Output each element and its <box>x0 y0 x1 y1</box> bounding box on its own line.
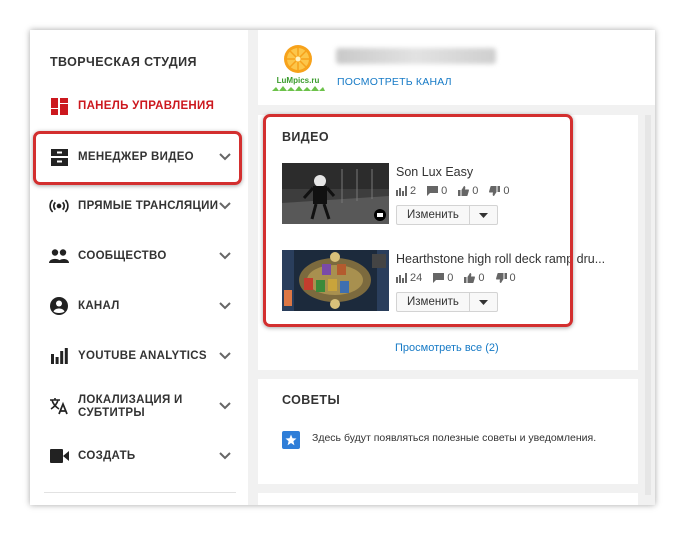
edit-button-group: Изменить <box>396 292 498 312</box>
likes-stat: 0 <box>458 185 478 197</box>
likes-count: 0 <box>472 185 479 197</box>
comments-stat: 0 <box>427 185 447 197</box>
dashboard-icon <box>49 96 69 116</box>
sidebar-item-label: ПАНЕЛЬ УПРАВЛЕНИЯ <box>78 99 215 112</box>
video-title[interactable]: Hearthstone high roll deck ramp dru... <box>396 252 605 266</box>
sidebar-item-label: ЛОКАЛИЗАЦИЯ И СУБТИТРЫ <box>78 394 183 420</box>
sidebar-item-analytics[interactable]: YOUTUBE ANALYTICS <box>30 336 248 376</box>
channel-logo[interactable]: LuMpics.ru <box>270 42 326 94</box>
video-card: ВИДЕО Son Lux Easy 2 0 0 0 Изменить Hear… <box>258 115 638 370</box>
label-line-2: СУБТИТРЫ <box>78 407 145 419</box>
video-thumbnail[interactable] <box>282 163 389 224</box>
channel-icon <box>49 296 69 316</box>
label-line-1: ЛОКАЛИЗАЦИЯ И <box>78 394 183 406</box>
analytics-icon <box>49 346 69 366</box>
video-title[interactable]: Son Lux Easy <box>396 165 473 179</box>
community-icon <box>49 246 69 266</box>
sidebar-item-translations[interactable]: ЛОКАЛИЗАЦИЯ И СУБТИТРЫ <box>30 386 248 426</box>
sidebar-item-label: МЕНЕДЖЕР ВИДЕО <box>78 150 194 163</box>
channel-header: LuMpics.ru ПОСМОТРЕТЬ КАНАЛ <box>258 30 655 105</box>
caret-down-icon <box>478 299 488 305</box>
views-count: 2 <box>410 185 417 197</box>
sidebar-item-label: КАНАЛ <box>78 299 120 312</box>
sidebar-item-label: ПРЯМЫЕ ТРАНСЛЯЦИИ <box>78 199 219 212</box>
comment-icon <box>427 186 439 196</box>
sidebar-item-label: YOUTUBE ANALYTICS <box>78 349 207 362</box>
sidebar-item-create[interactable]: СОЗДАТЬ <box>30 436 248 476</box>
video-row: Hearthstone high roll deck ramp dru... 2… <box>282 250 632 312</box>
tips-text: Здесь будут появляться полезные советы и… <box>312 432 597 444</box>
video-manager-icon <box>49 147 69 167</box>
views-count: 24 <box>410 272 423 284</box>
sidebar-item-channel[interactable]: КАНАЛ <box>30 286 248 326</box>
bottom-card <box>258 493 638 505</box>
comments-count: 0 <box>447 272 454 284</box>
comments-count: 0 <box>441 185 448 197</box>
sidebar-item-live[interactable]: ПРЯМЫЕ ТРАНСЛЯЦИИ <box>30 186 248 226</box>
chevron-down-icon[interactable] <box>218 299 232 313</box>
views-icon <box>396 186 407 196</box>
sidebar: ТВОРЧЕСКАЯ СТУДИЯ ПАНЕЛЬ УПРАВЛЕНИЯ МЕНЕ… <box>30 30 248 505</box>
caret-down-icon <box>478 212 488 218</box>
comment-icon <box>433 273 445 283</box>
channel-name-blurred <box>336 48 496 64</box>
video-stats: 24 0 0 0 <box>396 272 527 284</box>
comments-stat: 0 <box>433 272 453 284</box>
sidebar-item-community[interactable]: СООБЩЕСТВО <box>30 236 248 276</box>
video-card-title: ВИДЕО <box>282 130 329 144</box>
tip-star-icon <box>282 431 300 449</box>
tips-title: СОВЕТЫ <box>282 393 341 407</box>
sidebar-item-video-manager[interactable]: МЕНЕДЖЕР ВИДЕО <box>30 137 248 177</box>
dislikes-count: 0 <box>509 272 516 284</box>
sidebar-item-label: СООБЩЕСТВО <box>78 249 167 262</box>
thumbs-down-icon <box>489 186 501 196</box>
chevron-down-icon[interactable] <box>218 449 232 463</box>
video-thumbnail[interactable] <box>282 250 389 311</box>
scrollbar[interactable] <box>645 115 651 495</box>
create-video-icon <box>49 446 69 466</box>
sidebar-item-dashboard[interactable]: ПАНЕЛЬ УПРАВЛЕНИЯ <box>30 86 248 126</box>
tips-card: СОВЕТЫ Здесь будут появляться полезные с… <box>258 379 638 484</box>
dislikes-stat: 0 <box>495 272 516 284</box>
sidebar-divider <box>44 492 236 493</box>
views-stat: 2 <box>396 185 416 197</box>
likes-stat: 0 <box>464 272 485 284</box>
view-all-link[interactable]: Просмотреть все (2) <box>395 342 499 354</box>
edit-button[interactable]: Изменить <box>396 292 470 312</box>
views-icon <box>396 273 407 283</box>
chevron-down-icon[interactable] <box>218 349 232 363</box>
edit-dropdown-button[interactable] <box>469 292 498 312</box>
studio-window: ТВОРЧЕСКАЯ СТУДИЯ ПАНЕЛЬ УПРАВЛЕНИЯ МЕНЕ… <box>30 30 655 505</box>
thumbs-down-icon <box>495 273 507 283</box>
thumbs-up-icon <box>464 273 476 283</box>
edit-button-group: Изменить <box>396 205 498 225</box>
logo-text: LuMpics.ru <box>277 76 320 85</box>
views-stat: 24 <box>396 272 422 284</box>
video-stats: 2 0 0 0 <box>396 185 521 197</box>
edit-button[interactable]: Изменить <box>396 205 470 225</box>
live-broadcast-icon <box>49 196 69 216</box>
chevron-down-icon[interactable] <box>218 150 232 164</box>
sidebar-item-label: СОЗДАТЬ <box>78 449 136 462</box>
dislikes-count: 0 <box>503 185 510 197</box>
edit-dropdown-button[interactable] <box>469 205 498 225</box>
chevron-down-icon[interactable] <box>218 399 232 413</box>
chevron-down-icon[interactable] <box>218 199 232 213</box>
sidebar-title: ТВОРЧЕСКАЯ СТУДИЯ <box>50 55 197 69</box>
translate-icon <box>49 396 69 416</box>
chevron-down-icon[interactable] <box>218 249 232 263</box>
dislikes-stat: 0 <box>489 185 510 197</box>
view-channel-link[interactable]: ПОСМОТРЕТЬ КАНАЛ <box>337 76 452 88</box>
video-row: Son Lux Easy 2 0 0 0 Изменить <box>282 163 632 225</box>
likes-count: 0 <box>478 272 485 284</box>
thumbs-up-icon <box>458 186 470 196</box>
